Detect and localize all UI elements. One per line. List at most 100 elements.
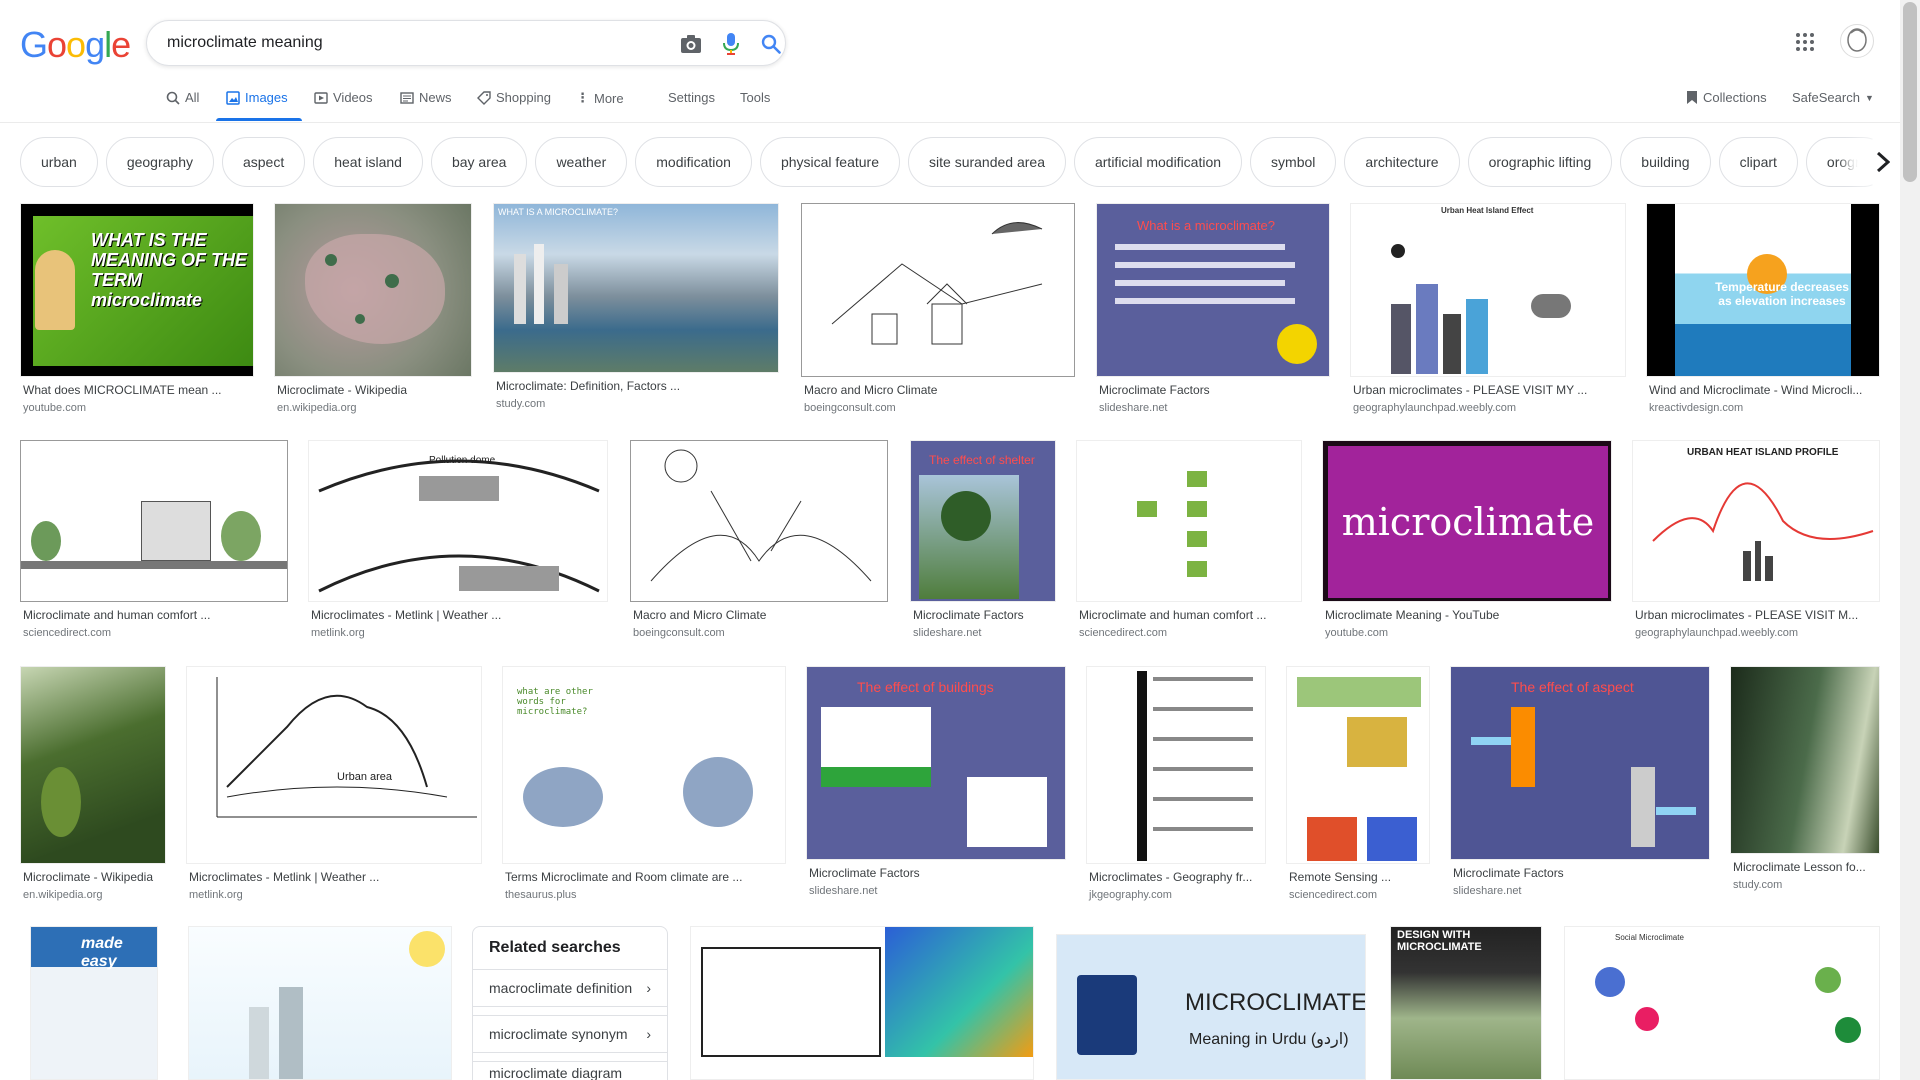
image-result[interactable]: Social Microclimate bbox=[1564, 926, 1880, 1080]
search-input[interactable] bbox=[167, 31, 647, 55]
image-result[interactable]: microclimate Microclimate Meaning - YouT… bbox=[1322, 440, 1612, 639]
image-result[interactable]: Macro and Micro Climate boeingconsult.co… bbox=[801, 203, 1075, 414]
logo-letter: G bbox=[20, 24, 48, 65]
image-result[interactable]: The effect of buildings Microclimate Fac… bbox=[806, 666, 1066, 897]
thumbnail-text: made easy bbox=[81, 935, 123, 970]
result-caption: Microclimates - Geography fr... bbox=[1089, 870, 1253, 884]
chip[interactable]: architecture bbox=[1344, 137, 1460, 187]
scrollbar[interactable] bbox=[1900, 0, 1920, 1080]
tab-label: Images bbox=[245, 90, 288, 105]
tab-videos[interactable]: Videos bbox=[314, 90, 373, 105]
chevron-right-icon: › bbox=[646, 980, 651, 996]
image-result[interactable]: URBAN HEAT ISLAND PROFILE Urban microcli… bbox=[1632, 440, 1880, 639]
image-result[interactable]: Urban area Microclimates - Metlink | Wea… bbox=[186, 666, 482, 901]
safesearch-dropdown[interactable]: SafeSearch ▼ bbox=[1792, 90, 1874, 105]
microphone-icon[interactable] bbox=[719, 32, 743, 56]
chip[interactable]: aspect bbox=[221, 137, 306, 187]
search-box bbox=[146, 20, 786, 66]
chevron-right-icon bbox=[1876, 151, 1890, 173]
chip[interactable]: artificial modification bbox=[1073, 137, 1243, 187]
chip[interactable]: clipart bbox=[1718, 137, 1798, 187]
result-source: slideshare.net bbox=[913, 627, 982, 639]
camera-icon[interactable] bbox=[679, 32, 703, 56]
chip[interactable]: site suranded area bbox=[908, 137, 1066, 187]
chip[interactable]: building bbox=[1620, 137, 1711, 187]
image-result[interactable]: Remote Sensing ... sciencedirect.com bbox=[1286, 666, 1430, 901]
result-source: jkgeography.com bbox=[1089, 889, 1172, 901]
image-result[interactable]: Microclimate - Wikipedia en.wikipedia.or… bbox=[20, 666, 166, 901]
image-result[interactable]: Temperature decreases as elevation incre… bbox=[1646, 203, 1880, 414]
image-result[interactable]: DESIGN WITH MICROCLIMATE bbox=[1390, 926, 1542, 1080]
image-result[interactable]: Microclimate Lesson fo... study.com bbox=[1730, 666, 1880, 891]
tab-label: News bbox=[419, 90, 452, 105]
image-result[interactable] bbox=[690, 926, 1034, 1080]
chip[interactable]: symbol bbox=[1250, 137, 1337, 187]
related-search-item[interactable]: microclimate synonym › bbox=[473, 1015, 667, 1053]
chip[interactable]: bay area bbox=[430, 137, 528, 187]
chip[interactable]: orographic lifting bbox=[1467, 137, 1613, 187]
image-result[interactable]: what are other words for microclimate? T… bbox=[502, 666, 786, 901]
chip[interactable]: geography bbox=[105, 137, 214, 187]
image-result[interactable] bbox=[188, 926, 452, 1080]
image-result[interactable]: Microclimates - Geography fr... jkgeogra… bbox=[1086, 666, 1266, 901]
chip[interactable]: urban bbox=[20, 137, 98, 187]
chip[interactable]: heat island bbox=[313, 137, 423, 187]
thumbnail: The effect of shelter bbox=[910, 440, 1056, 602]
tab-images[interactable]: Images bbox=[226, 90, 288, 105]
tab-all[interactable]: All bbox=[166, 90, 199, 105]
divider bbox=[0, 122, 1900, 123]
google-logo[interactable]: Google bbox=[20, 24, 131, 66]
image-result[interactable]: Microclimate - Wikipedia en.wikipedia.or… bbox=[274, 203, 474, 414]
thumbnail bbox=[20, 666, 166, 864]
thumbnail: The effect of buildings bbox=[806, 666, 1066, 860]
result-caption: Microclimate - Wikipedia bbox=[23, 870, 154, 884]
collections-link[interactable]: Collections bbox=[1686, 90, 1767, 105]
tab-shopping[interactable]: Shopping bbox=[477, 90, 551, 105]
chip[interactable]: modification bbox=[635, 137, 752, 187]
result-source: metlink.org bbox=[189, 889, 243, 901]
related-search-item[interactable]: macroclimate definition › bbox=[473, 969, 667, 1007]
tab-label: Shopping bbox=[496, 90, 551, 105]
thumbnail bbox=[1286, 666, 1430, 864]
thumbnail-text: Urban area bbox=[337, 771, 393, 783]
image-result[interactable]: WHAT IS THE MEANING OF THE TERM microcli… bbox=[20, 203, 256, 414]
image-result[interactable]: What is a microclimate? Microclimate Fac… bbox=[1096, 203, 1330, 414]
thumbnail: WHAT IS A MICROCLIMATE? bbox=[493, 203, 779, 373]
image-result[interactable]: MICROCLIMATE Meaning in Urdu (اردو) bbox=[1056, 934, 1366, 1080]
thumbnail: microclimate bbox=[1322, 440, 1612, 602]
image-result[interactable]: Microclimate and human comfort ... scien… bbox=[20, 440, 288, 639]
image-result[interactable]: The effect of aspect Microclimate Factor… bbox=[1450, 666, 1710, 897]
apps-grid-icon[interactable] bbox=[1795, 32, 1819, 56]
result-source: metlink.org bbox=[311, 627, 365, 639]
image-result[interactable]: Macro and Micro Climate boeingconsult.co… bbox=[630, 440, 888, 639]
image-result[interactable]: WHAT IS A MICROCLIMATE? Microclimate: De… bbox=[493, 203, 779, 410]
tab-news[interactable]: News bbox=[400, 90, 452, 105]
result-source: en.wikipedia.org bbox=[277, 402, 357, 414]
tab-label: Videos bbox=[333, 90, 373, 105]
tools-link[interactable]: Tools bbox=[740, 90, 770, 105]
image-result[interactable]: The effect of shelter Microclimate Facto… bbox=[910, 440, 1056, 639]
chip[interactable]: physical feature bbox=[759, 137, 901, 187]
thumbnail: URBAN HEAT ISLAND PROFILE bbox=[1632, 440, 1880, 602]
scrollbar-thumb[interactable] bbox=[1903, 2, 1917, 182]
image-result[interactable]: Microclimate and human comfort ... scien… bbox=[1076, 440, 1302, 639]
tab-more[interactable]: ⋮ More bbox=[576, 90, 624, 106]
chip[interactable]: weather bbox=[535, 137, 628, 187]
image-result[interactable]: made easy bbox=[30, 926, 158, 1080]
result-caption: Urban microclimates - PLEASE VISIT MY ..… bbox=[1353, 383, 1588, 397]
image-result[interactable]: Pollution dome Microclimates - Metlink |… bbox=[308, 440, 608, 639]
related-search-item[interactable]: microclimate diagram bbox=[473, 1061, 667, 1080]
related-searches-title: Related searches bbox=[489, 939, 621, 956]
result-caption: Wind and Microclimate - Wind Microcli... bbox=[1649, 383, 1863, 397]
settings-link[interactable]: Settings bbox=[668, 90, 715, 105]
result-caption: Microclimate - Wikipedia bbox=[277, 383, 408, 397]
thumbnail bbox=[630, 440, 888, 602]
search-icon[interactable] bbox=[759, 32, 783, 56]
tag-icon bbox=[477, 90, 491, 105]
thumbnail: Social Microclimate bbox=[1564, 926, 1880, 1080]
thumbnail bbox=[274, 203, 472, 377]
thumbnail: Temperature decreases as elevation incre… bbox=[1646, 203, 1880, 377]
avatar[interactable] bbox=[1840, 24, 1874, 58]
result-source: slideshare.net bbox=[809, 885, 878, 897]
image-result[interactable]: Urban Heat Island Effect Urban microclim… bbox=[1350, 203, 1626, 414]
